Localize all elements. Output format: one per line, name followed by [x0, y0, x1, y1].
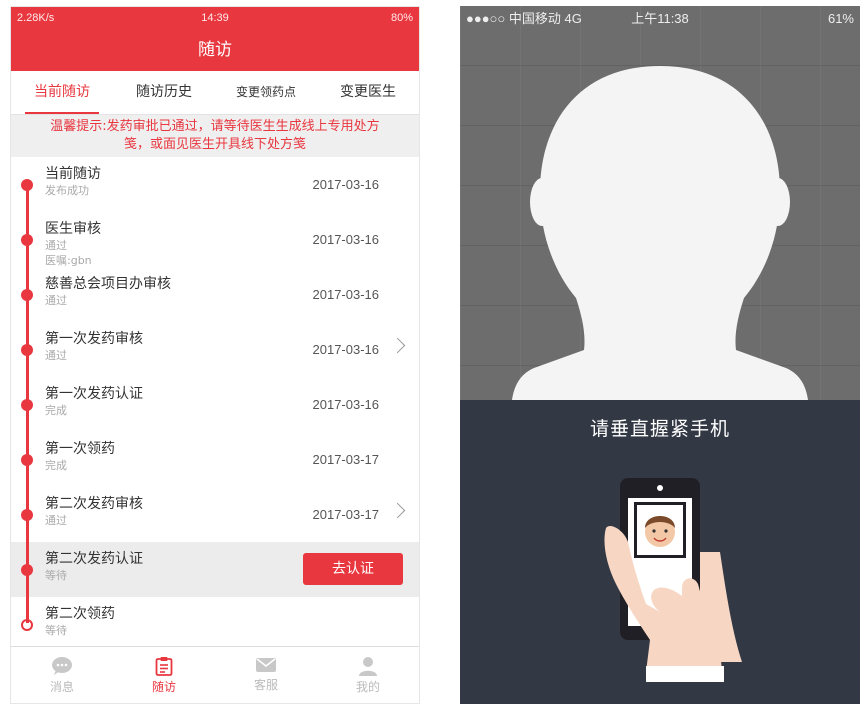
- status-bar: 2.28K/s 14:39 80%: [11, 7, 419, 29]
- nav-profile[interactable]: 我的: [317, 647, 419, 703]
- nav-messages-label: 消息: [49, 680, 74, 694]
- timeline-status: 发布成功: [45, 184, 89, 197]
- battery-level: 80%: [390, 12, 413, 24]
- notice-line-2: 笺，或面见医生开具线下处方笺: [123, 137, 306, 152]
- battery-level: 61%: [827, 11, 854, 26]
- timeline-item: 慈善总会项目办审核 通过 2017-03-16: [11, 267, 419, 322]
- notice-banner: 温馨提示:发药审批已通过，请等待医生生成线上专用处方 笺，或面见医生开具线下处方…: [11, 115, 419, 157]
- timeline-date: 2017-03-16: [312, 232, 380, 247]
- timeline-title: 当前随访: [45, 166, 101, 182]
- timeline-title: 第一次领药: [45, 441, 115, 457]
- timeline-note: 医嘱:gbn: [45, 254, 92, 267]
- timeline-date: 2017-03-17: [312, 507, 380, 522]
- timeline-title: 第一次发药审核: [45, 331, 143, 347]
- timeline-item: 第二次发药认证 等待 去认证: [11, 542, 419, 597]
- person-icon: [359, 657, 377, 676]
- nav-follow-up[interactable]: 随访: [113, 647, 215, 703]
- tab-bar: 当前随访 随访历史 变更领药点 变更医生: [11, 71, 419, 115]
- camera-preview: ●●●○○ 中国移动 4G 上午11:38 61%: [460, 6, 860, 400]
- nav-profile-label: 我的: [355, 680, 380, 694]
- timeline-date: 2017-03-16: [312, 287, 380, 302]
- timeline-item: 第一次发药认证 完成 2017-03-16: [11, 377, 419, 432]
- timeline-item: 医生审核 通过 医嘱:gbn 2017-03-16: [11, 212, 419, 267]
- timeline-title: 医生审核: [45, 221, 101, 237]
- bottom-nav: 消息 随访 客服 我的: [11, 646, 419, 703]
- nav-messages[interactable]: 消息: [11, 647, 113, 703]
- timeline-status: 通过: [45, 514, 67, 527]
- status-time: 上午11:38: [631, 11, 689, 26]
- timeline-status: 通过: [45, 239, 67, 252]
- timeline-item: 当前随访 发布成功 2017-03-16: [11, 157, 419, 212]
- mail-icon: [256, 658, 276, 672]
- timeline-date: 2017-03-16: [312, 342, 380, 357]
- timeline-date: 2017-03-16: [312, 397, 380, 412]
- timeline-title: 第二次发药审核: [45, 496, 143, 512]
- nav-customer-service-label: 客服: [253, 678, 278, 692]
- page-title: 随访: [11, 29, 419, 71]
- timeline-status: 完成: [45, 459, 67, 472]
- follow-up-screen: 2.28K/s 14:39 80% 随访 当前随访 随访历史 变更领药点 变更医…: [10, 6, 420, 704]
- message-bubble-icon: [52, 657, 72, 675]
- hold-phone-illustration: [604, 478, 742, 682]
- timeline: 当前随访 发布成功 2017-03-16 医生审核 通过 医嘱:gbn 2017…: [11, 157, 419, 652]
- timeline-item[interactable]: 第二次发药审核 通过 2017-03-17: [11, 487, 419, 542]
- timeline-item: 第一次领药 完成 2017-03-17: [11, 432, 419, 487]
- timeline-title: 第二次领药: [45, 606, 115, 622]
- certify-button[interactable]: 去认证: [303, 553, 403, 585]
- timeline-date: 2017-03-16: [312, 177, 380, 192]
- timeline-status: 通过: [45, 349, 67, 362]
- timeline-title: 慈善总会项目办审核: [45, 276, 171, 292]
- notice-line-1: 温馨提示:发药审批已通过，请等待医生生成线上专用处方: [50, 119, 380, 134]
- nav-follow-up-label: 随访: [151, 680, 176, 694]
- timeline-item[interactable]: 第一次发药审核 通过 2017-03-16: [11, 322, 419, 377]
- timeline-title: 第一次发药认证: [45, 386, 143, 402]
- chevron-right-icon[interactable]: [389, 502, 406, 519]
- timeline-status: 等待: [45, 624, 67, 637]
- timeline-title: 第二次发药认证: [45, 551, 143, 567]
- nav-customer-service[interactable]: 客服: [215, 647, 317, 703]
- timeline-line: [26, 183, 29, 623]
- face-outline-guide: [512, 66, 808, 400]
- tab-change-pickup-point[interactable]: 变更领药点: [215, 71, 317, 114]
- instruction-text: 请垂直握紧手机: [589, 418, 730, 440]
- tab-follow-up-history[interactable]: 随访历史: [113, 71, 215, 114]
- timeline-status: 等待: [45, 569, 67, 582]
- clipboard-icon: [155, 657, 173, 676]
- timeline-date: 2017-03-17: [312, 452, 380, 467]
- status-bar: ●●●○○ 中国移动 4G 上午11:38 61%: [460, 6, 860, 32]
- timeline-status: 通过: [45, 294, 67, 307]
- tab-current-follow-up[interactable]: 当前随访: [11, 71, 113, 114]
- face-verification-screen: ●●●○○ 中国移动 4G 上午11:38 61% 请垂直握紧手机: [460, 6, 860, 704]
- timeline-status: 完成: [45, 404, 67, 417]
- tab-change-doctor[interactable]: 变更医生: [317, 71, 419, 114]
- timeline-item: 第二次领药 等待: [11, 597, 419, 652]
- chevron-right-icon[interactable]: [389, 337, 406, 354]
- status-time: 14:39: [201, 12, 229, 24]
